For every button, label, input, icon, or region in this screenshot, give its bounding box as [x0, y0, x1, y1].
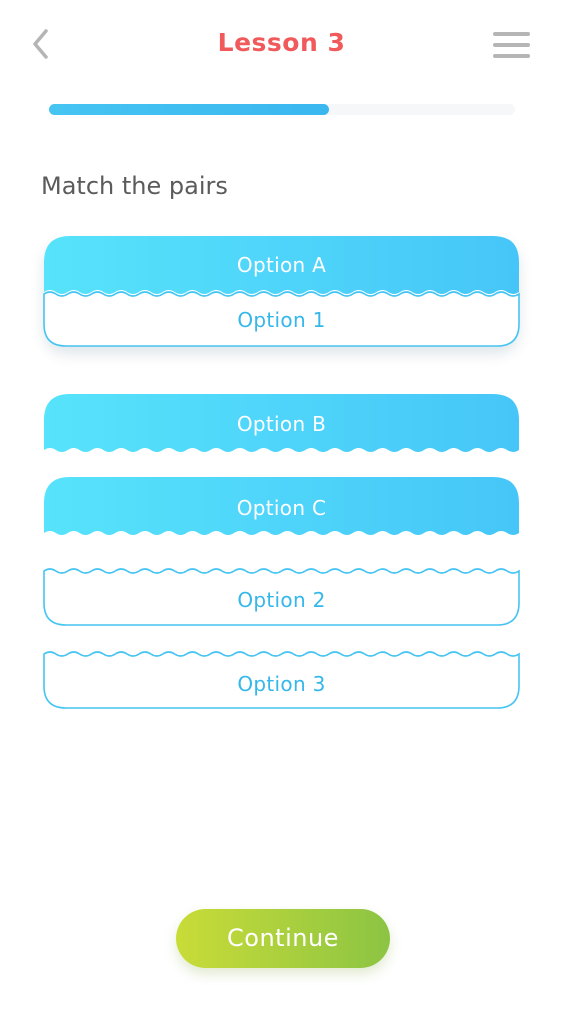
option-tile-3[interactable]: Option 3 — [43, 650, 520, 709]
instruction-heading: Match the pairs — [41, 172, 228, 200]
top-bar: Lesson 3 — [0, 0, 563, 90]
hamburger-menu-icon — [493, 32, 530, 58]
option-label: Option B — [236, 412, 327, 436]
option-tile-1[interactable]: Option 1 — [43, 290, 520, 347]
option-label: Option 3 — [237, 672, 326, 696]
option-tile-a[interactable]: Option A — [44, 236, 519, 296]
option-tile-2[interactable]: Option 2 — [43, 567, 520, 626]
continue-button[interactable]: Continue — [176, 909, 390, 968]
lesson-progress-fill — [49, 104, 329, 115]
option-label: Option 1 — [237, 308, 326, 332]
menu-button[interactable] — [490, 28, 534, 62]
lesson-title: Lesson 3 — [217, 28, 346, 57]
option-tile-b[interactable]: Option B — [44, 394, 519, 454]
continue-label: Continue — [227, 924, 339, 952]
option-label: Option A — [236, 253, 327, 277]
option-tile-c[interactable]: Option C — [44, 477, 519, 537]
option-label: Option 2 — [237, 588, 326, 612]
lesson-progress-bar — [49, 104, 515, 115]
option-label: Option C — [236, 496, 327, 520]
